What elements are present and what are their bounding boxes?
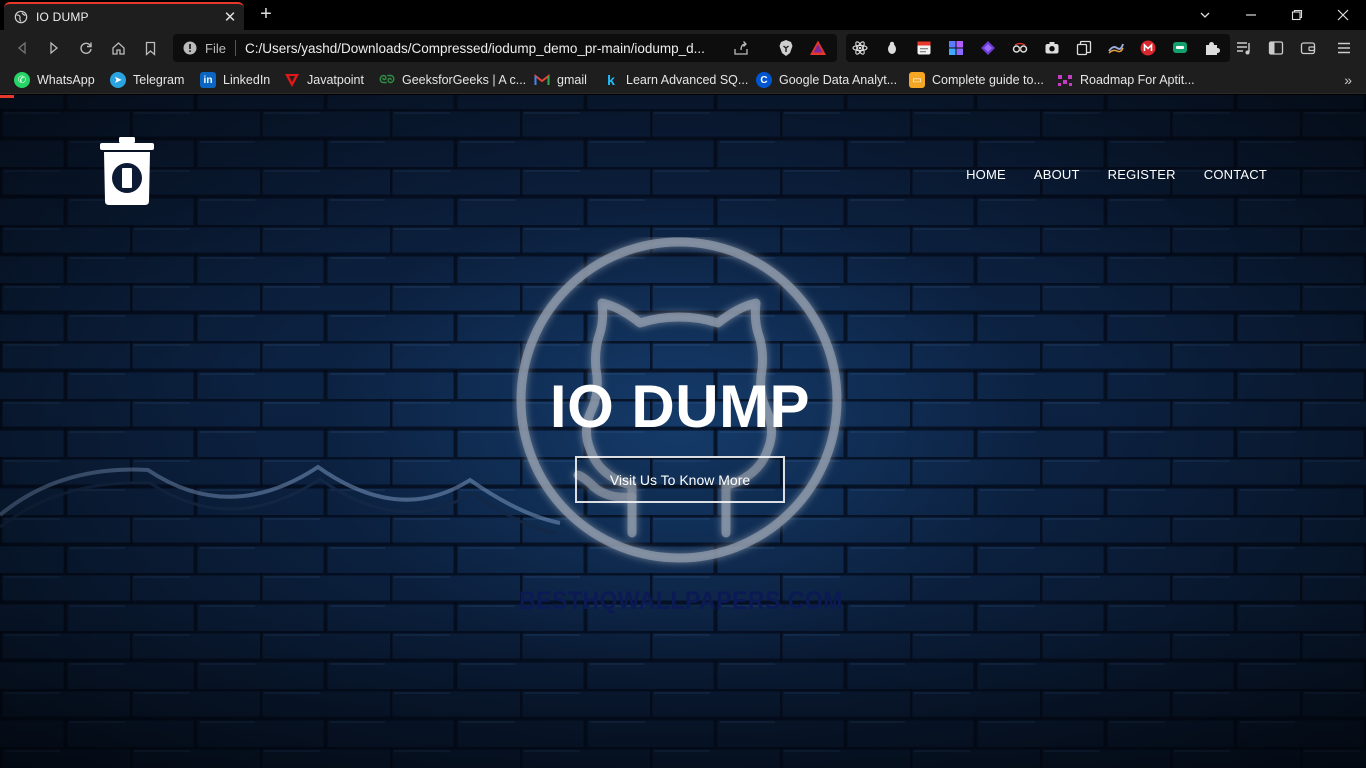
trash-logo-icon[interactable]: [100, 137, 154, 205]
close-icon: [1337, 9, 1349, 21]
bookmark-label: Javatpoint: [307, 73, 364, 87]
copy-pages-icon[interactable]: [1076, 40, 1092, 56]
article-icon: ▭: [909, 72, 925, 88]
tab-strip: IO DUMP ✕ +: [0, 0, 1366, 30]
bookmark-label: Google Data Analyt...: [779, 73, 898, 87]
bookmark-label: Complete guide to...: [932, 73, 1044, 87]
bookmarks-bar: ✆ WhatsApp ➤ Telegram in LinkedIn Javatp…: [0, 66, 1366, 94]
url-scheme-label: File: [205, 40, 226, 56]
chat-extension-icon[interactable]: [1172, 40, 1188, 56]
bookmark-label: Telegram: [133, 73, 185, 87]
bookmark-kaggle[interactable]: k Learn Advanced SQ...: [603, 71, 748, 89]
bookmark-whatsapp[interactable]: ✆ WhatsApp: [14, 71, 95, 89]
javatpoint-icon: [285, 74, 299, 87]
nav-register[interactable]: REGISTER: [1108, 167, 1176, 182]
linkedin-icon: in: [200, 72, 216, 88]
roadmap-icon: [1058, 75, 1072, 86]
playlist-icon[interactable]: [1236, 40, 1252, 56]
mega-extension-icon[interactable]: [1140, 40, 1156, 56]
info-icon[interactable]: [183, 41, 197, 55]
bookmark-linkedin[interactable]: in LinkedIn: [200, 71, 270, 89]
wallet-icon[interactable]: [1300, 40, 1316, 56]
nav-contact[interactable]: CONTACT: [1204, 167, 1267, 182]
restore-icon: [1291, 9, 1303, 21]
back-button[interactable]: [11, 37, 33, 59]
bookmark-label: WhatsApp: [37, 73, 95, 87]
coursera-icon: C: [756, 72, 772, 88]
bookmark-label: LinkedIn: [223, 73, 271, 87]
bookmark-javatpoint[interactable]: Javatpoint: [284, 71, 364, 89]
share-icon[interactable]: [733, 40, 749, 56]
bookmark-coursera[interactable]: C Google Data Analyt...: [756, 71, 897, 89]
cube-extension-icon[interactable]: [980, 40, 996, 56]
url-divider: [234, 40, 236, 56]
react-devtools-icon[interactable]: [852, 40, 868, 56]
bookmark-complete-guide[interactable]: ▭ Complete guide to...: [909, 71, 1044, 89]
chevron-down-icon: [1200, 12, 1210, 18]
restore-button[interactable]: [1274, 0, 1320, 30]
new-tab-button[interactable]: +: [256, 4, 276, 24]
tab-search-button[interactable]: [1182, 0, 1228, 30]
whatsapp-icon: ✆: [14, 72, 30, 88]
geeksforgeeks-icon: ᘓᘐ: [379, 73, 395, 86]
gmail-icon: [534, 73, 550, 85]
globe-icon: [14, 10, 28, 24]
bookmark-geeksforgeeks[interactable]: ᘓᘐ GeeksforGeeks | A c...: [379, 71, 526, 89]
telegram-icon: ➤: [110, 72, 126, 88]
back-icon: [17, 41, 26, 55]
bookmarks-overflow-icon[interactable]: »: [1344, 72, 1352, 88]
notes-extension-icon[interactable]: [916, 40, 932, 56]
hero-title: IO DUMP: [549, 373, 811, 440]
bookmark-roadmap[interactable]: Roadmap For Aptit...: [1057, 71, 1195, 89]
tab-title: IO DUMP: [36, 10, 89, 24]
bookmark-telegram[interactable]: ➤ Telegram: [110, 71, 184, 89]
forward-icon: [50, 41, 59, 55]
reload-button[interactable]: [75, 37, 97, 59]
extensions-area: [846, 34, 1230, 62]
web-page: HOME ABOUT REGISTER CONTACT IO DUMP Visi…: [0, 95, 1366, 768]
url-text[interactable]: C:/Users/yashd/Downloads/Compressed/iodu…: [245, 41, 723, 56]
visit-us-button[interactable]: Visit Us To Know More: [575, 456, 785, 503]
wallpaper-watermark: BESTHQWALLPAPERS.COM: [519, 585, 843, 615]
nav-about[interactable]: ABOUT: [1034, 167, 1080, 182]
nav-home[interactable]: HOME: [966, 167, 1006, 182]
bookmark-label: Roadmap For Aptit...: [1080, 73, 1195, 87]
close-window-button[interactable]: [1320, 0, 1366, 30]
wave-extension-icon[interactable]: [1108, 40, 1124, 56]
glasses-extension-icon[interactable]: [1012, 40, 1028, 56]
puzzle-icon[interactable]: [1204, 40, 1220, 56]
bookmark-gmail[interactable]: gmail: [534, 71, 587, 89]
bookmark-label: GeeksforGeeks | A c...: [402, 73, 527, 87]
menu-icon[interactable]: [1336, 40, 1352, 56]
camera-icon[interactable]: [1044, 40, 1060, 56]
browser-toolbar: File C:/Users/yashd/Downloads/Compressed…: [0, 30, 1366, 66]
bug-icon[interactable]: [884, 40, 900, 56]
home-icon: [111, 41, 125, 55]
brave-rewards-icon[interactable]: [809, 39, 827, 57]
home-button[interactable]: [107, 37, 129, 59]
kaggle-icon: k: [607, 72, 615, 88]
address-bar[interactable]: File C:/Users/yashd/Downloads/Compressed…: [173, 34, 837, 62]
bookmark-label: Learn Advanced SQ...: [626, 73, 749, 87]
bookmark-button[interactable]: [139, 37, 161, 59]
forward-button[interactable]: [43, 37, 65, 59]
loading-indicator: [0, 95, 14, 98]
minimize-icon: [1246, 14, 1256, 16]
bookmark-icon: [145, 41, 155, 56]
site-nav: HOME ABOUT REGISTER CONTACT: [938, 167, 1267, 182]
brave-shields-icon[interactable]: [777, 39, 795, 57]
browser-tab[interactable]: IO DUMP ✕: [4, 2, 244, 30]
bookmark-label: gmail: [557, 73, 587, 87]
minimize-button[interactable]: [1228, 0, 1274, 30]
tab-close-icon[interactable]: ✕: [220, 8, 240, 26]
sidebar-icon[interactable]: [1268, 40, 1284, 56]
grid-extension-icon[interactable]: [948, 40, 964, 56]
reload-icon: [80, 42, 92, 54]
